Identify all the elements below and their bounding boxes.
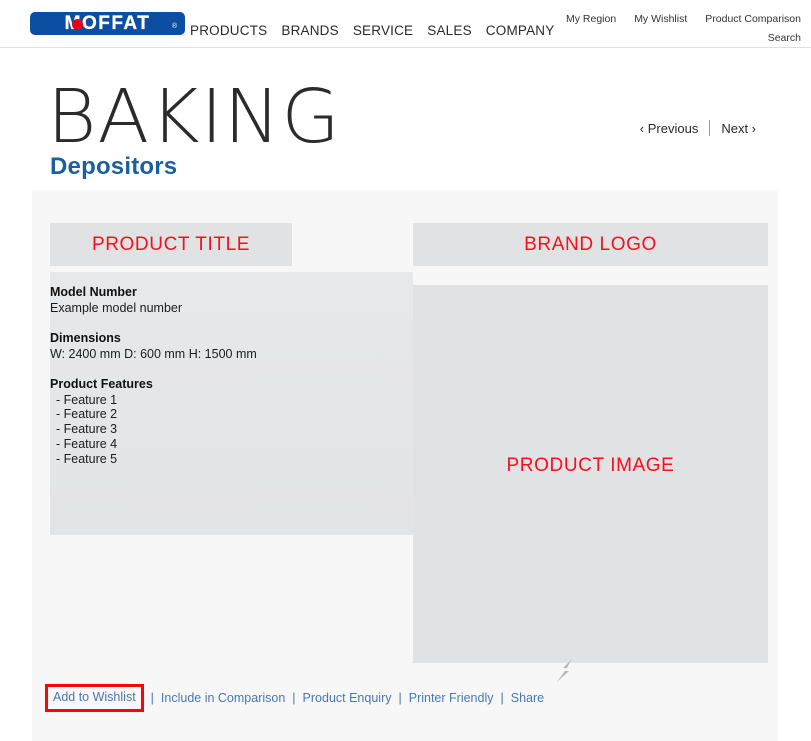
list-item: - Feature 3 [56,422,118,437]
page-title: BAKING [47,74,341,160]
logo-inner: MOFFAT ® [35,14,180,33]
spec-group-model-number: Model Number Example model number [50,285,390,316]
add-to-wishlist-highlight: Add to Wishlist [45,684,144,712]
product-title-placeholder: PRODUCT TITLE [50,223,292,266]
spec-group-dimensions: Dimensions W: 2400 mm D: 600 mm H: 1500 … [50,331,390,362]
product-title-placeholder-label: PRODUCT TITLE [91,233,251,255]
registered-trademark-icon: ® [171,23,177,30]
list-item: - Feature 2 [56,407,118,422]
next-link[interactable]: Next › [710,121,767,136]
nav-item-products[interactable]: PRODUCTS [190,23,267,38]
product-image-placeholder: PRODUCT IMAGE [413,285,768,663]
main-navigation: PRODUCTS BRANDS SERVICE SALES COMPANY [190,23,554,38]
brand-logo-placeholder: BRAND LOGO [413,223,768,266]
add-to-wishlist-link[interactable]: Add to Wishlist [53,690,136,704]
model-number-label: Model Number [50,285,137,299]
action-separator: | [398,691,402,705]
nav-item-sales[interactable]: SALES [427,23,472,38]
site-header: MOFFAT ® PRODUCTS BRANDS SERVICE SALES C… [0,0,811,47]
action-separator: | [150,691,154,705]
brand-logo-placeholder-label: BRAND LOGO [524,233,657,255]
previous-link[interactable]: ‹ Previous [629,121,710,136]
product-features-list: - Feature 1 - Feature 2 - Feature 3 - Fe… [50,393,390,467]
dimensions-label: Dimensions [50,331,121,345]
pagination-controls: ‹ Previous Next › [629,120,767,136]
product-content-panel: PRODUCT TITLE BRAND LOGO PRODUCT IMAGE M… [32,190,778,741]
utility-link-my-region[interactable]: My Region [566,10,616,29]
left-column: PRODUCT TITLE [50,223,413,266]
action-separator: | [292,691,296,705]
right-column: BRAND LOGO [413,223,768,266]
list-item: - Feature 4 [56,436,118,451]
product-action-links: Add to Wishlist | Include in Comparison … [45,684,544,712]
action-separator: | [500,691,504,705]
product-image-placeholder-label: PRODUCT IMAGE [506,455,675,476]
printer-friendly-link[interactable]: Printer Friendly [409,691,494,705]
utility-nav-row-primary: My Region My Wishlist Product Comparison [541,10,801,29]
list-item: - Feature 5 [56,451,118,466]
product-enquiry-link[interactable]: Product Enquiry [303,691,392,705]
page-subtitle: Depositors [50,153,178,180]
logo-red-dot-icon [72,19,83,30]
product-features-label: Product Features [50,377,153,391]
dimensions-value: W: 2400 mm D: 600 mm H: 1500 mm [50,346,257,361]
header-divider [0,47,811,48]
include-in-comparison-link[interactable]: Include in Comparison [161,691,285,705]
utility-nav-row-secondary: Search [541,29,801,48]
spec-group-features: Product Features - Feature 1 - Feature 2… [50,377,390,466]
utility-link-search[interactable]: Search [768,32,801,44]
nav-item-brands[interactable]: BRANDS [281,23,338,38]
list-item: - Feature 1 [56,392,118,407]
nav-item-service[interactable]: SERVICE [353,23,413,38]
share-link[interactable]: Share [511,691,544,705]
model-number-value: Example model number [50,300,183,315]
utility-link-product-comparison[interactable]: Product Comparison [705,10,801,29]
utility-link-my-wishlist[interactable]: My Wishlist [634,10,687,29]
moffat-logo[interactable]: MOFFAT ® [30,12,185,35]
utility-navigation: My Region My Wishlist Product Comparison… [541,10,801,48]
product-specifications: Model Number Example model number Dimens… [50,285,390,481]
